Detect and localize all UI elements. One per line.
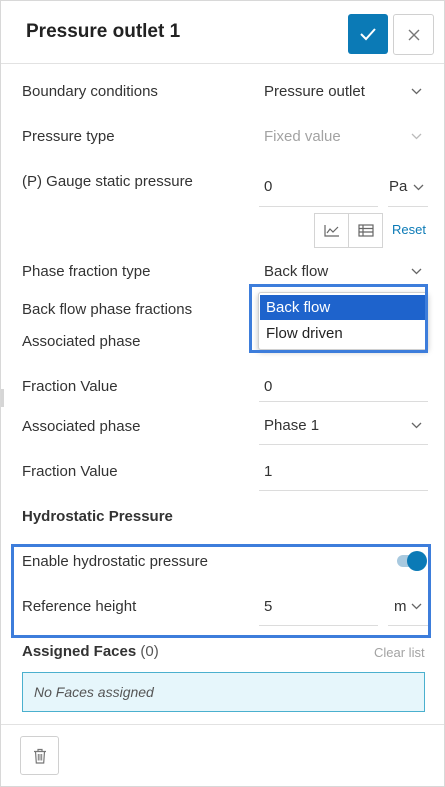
chart-button[interactable]: [314, 213, 349, 248]
enable-hydrostatic-label: Enable hydrostatic pressure: [22, 553, 208, 570]
reference-height-label: Reference height: [22, 598, 137, 615]
phase-fraction-type-value: Back flow: [264, 263, 329, 280]
input-underline: [259, 625, 378, 626]
assigned-faces-title: Assigned Faces: [22, 643, 137, 660]
close-icon: [408, 29, 419, 40]
assigned-faces-box[interactable]: No Faces assigned: [22, 672, 425, 712]
gauge-static-pressure-label: (P) Gauge static pressure: [22, 173, 193, 190]
pressure-type-value: Fixed value: [264, 128, 341, 145]
close-button[interactable]: [393, 14, 434, 55]
unit-underline: [388, 206, 428, 207]
panel-title: Pressure outlet 1: [26, 21, 181, 42]
fraction-value: 1: [264, 463, 273, 480]
chart-icon: [323, 225, 339, 237]
chevron-down-icon: [411, 268, 422, 275]
reset-link[interactable]: Reset: [392, 222, 426, 237]
clear-list-link[interactable]: Clear list: [374, 645, 425, 660]
fraction-value-label: Fraction Value: [22, 378, 118, 395]
chevron-down-icon: [411, 422, 422, 429]
pressure-type-label: Pressure type: [22, 128, 115, 145]
associated-phase-value: Phase 1: [264, 417, 320, 434]
assigned-faces-heading: Assigned Faces (0): [22, 643, 159, 660]
resize-handle[interactable]: [1, 389, 4, 407]
table-icon: [357, 224, 374, 237]
dropdown-option-flow-driven[interactable]: Flow driven: [260, 321, 426, 346]
dropdown-option-back-flow[interactable]: Back flow: [260, 295, 426, 320]
chevron-down-icon: [411, 603, 422, 610]
input-underline: [259, 490, 428, 491]
footer-divider: [1, 724, 444, 725]
gauge-static-pressure-value: 0: [264, 178, 273, 195]
trash-icon: [33, 748, 46, 764]
confirm-button[interactable]: [348, 14, 388, 54]
height-unit-value: m: [394, 598, 407, 615]
check-icon: [360, 28, 376, 41]
hydrostatic-pressure-heading: Hydrostatic Pressure: [22, 508, 173, 525]
phase-fraction-type-label: Phase fraction type: [22, 263, 151, 280]
boundary-conditions-label: Boundary conditions: [22, 83, 158, 100]
toggle-knob: [407, 551, 427, 571]
phase-fraction-dropdown: Back flow Flow driven: [258, 292, 428, 350]
panel-header: Pressure outlet 1: [1, 1, 444, 64]
reference-height-value: 5: [264, 598, 273, 615]
no-faces-text: No Faces assigned: [34, 684, 154, 700]
associated-phase-label: Associated phase: [22, 418, 141, 435]
input-underline: [259, 401, 428, 402]
assigned-faces-count: (0): [140, 643, 159, 660]
chevron-down-icon: [411, 133, 422, 140]
pressure-outlet-panel: Pressure outlet 1 Boundary conditions Pr…: [0, 0, 445, 787]
chevron-down-icon: [413, 184, 424, 191]
boundary-conditions-value: Pressure outlet: [264, 83, 365, 100]
fraction-value: 0: [264, 378, 273, 395]
pressure-unit-value: Pa: [389, 178, 408, 195]
unit-underline: [388, 625, 428, 626]
chevron-down-icon: [411, 88, 422, 95]
table-button[interactable]: [348, 213, 383, 248]
delete-button[interactable]: [20, 736, 59, 775]
fraction-value-label: Fraction Value: [22, 463, 118, 480]
input-underline: [259, 206, 378, 207]
associated-phase-label: Associated phase: [22, 333, 141, 350]
select-underline: [259, 444, 428, 445]
back-flow-phase-fractions-label: Back flow phase fractions: [22, 301, 193, 318]
